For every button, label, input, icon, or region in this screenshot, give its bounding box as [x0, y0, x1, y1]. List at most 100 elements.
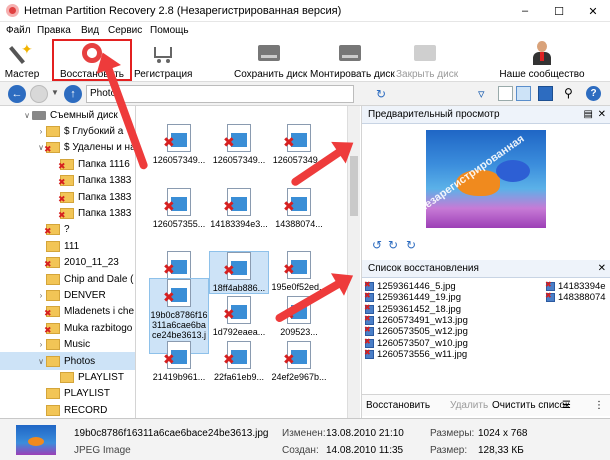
help-icon[interactable]: ?	[586, 86, 601, 101]
rotate-left-icon[interactable]: ↺	[372, 238, 382, 252]
tree-folder[interactable]: PLAYLIST	[0, 385, 135, 403]
tree-drive[interactable]: ∨ Съемный диск	[0, 106, 135, 124]
minimize-button[interactable]: –	[508, 0, 542, 22]
path-input[interactable]: Photos	[86, 85, 354, 103]
recovery-list-item[interactable]: ✖ 1260573491_w13.jpg	[364, 314, 468, 326]
folder-icon: ✖	[58, 191, 74, 203]
tree-folder[interactable]: ∨ Photos	[0, 352, 135, 370]
tree-folder[interactable]: ✖ 2010_11_23	[0, 254, 135, 272]
menu-help[interactable]: Помощь	[150, 25, 189, 36]
community-label: Наше сообщество	[499, 69, 585, 80]
search-icon[interactable]: ⚲	[564, 86, 573, 100]
file-tile[interactable]: ✖ 126057349...	[149, 124, 209, 165]
image-file-icon: ✖	[223, 341, 251, 369]
recovery-action-bar: Восстановить Удалить Очистить список ☰ ⋮	[362, 394, 610, 416]
menu-edit[interactable]: Правка	[37, 25, 71, 36]
recovery-list-item[interactable]: ✖ 1260573556_w11.jpg	[364, 348, 467, 360]
file-tile[interactable]: ✖ 195e0f52ed...	[269, 251, 329, 292]
recovery-clear-button[interactable]: Очистить список	[492, 400, 569, 411]
menu-file[interactable]: Файл	[6, 25, 31, 36]
folder-icon: ✖	[44, 322, 60, 334]
tree-folder[interactable]: 111	[0, 237, 135, 255]
file-tile[interactable]: ✖ 126057355...	[149, 188, 209, 229]
tree-folder[interactable]: ∨ ✖ $ Удалены и на	[0, 139, 135, 157]
save-disk-button[interactable]: Сохранить диск	[234, 41, 307, 80]
tree-folder[interactable]: PLAYLIST	[0, 368, 135, 386]
flip-icon[interactable]: ↻	[406, 238, 416, 252]
menu-bar: Файл Правка Вид Сервис Помощь	[0, 22, 610, 39]
window-title: Hetman Partition Recovery 2.8 (Незарегис…	[24, 5, 342, 17]
recovery-list-item[interactable]: ✖ 1259361446_5.jpg	[364, 281, 456, 293]
close-button[interactable]: ✕	[576, 0, 610, 22]
tree-folder[interactable]: ✖ Mladenets i che	[0, 303, 135, 321]
chevron-down-icon[interactable]: ∨	[36, 357, 46, 366]
tree-label: Папка 1116	[78, 158, 130, 170]
file-tile[interactable]: ✖ 22fa61eb9...	[209, 341, 269, 382]
tree-folder[interactable]: › $ Глубокий а	[0, 122, 135, 140]
tree-folder[interactable]: › Music	[0, 336, 135, 354]
file-tile[interactable]: ✖ 21419b961...	[149, 341, 209, 382]
scroll-thumb[interactable]	[350, 156, 358, 216]
chevron-right-icon[interactable]: ›	[36, 291, 46, 300]
status-dims-value: 1024 x 768	[478, 428, 528, 439]
file-tile[interactable]: ✖ 24ef2e967b...	[269, 341, 329, 382]
tree-folder[interactable]: ✖ Папка 1116	[0, 155, 135, 173]
refresh-icon[interactable]: ↻	[376, 87, 386, 101]
file-tile[interactable]: ✖ 14388074...	[269, 188, 329, 229]
mount-disk-button[interactable]: Монтировать диск	[310, 41, 395, 80]
file-tile[interactable]: ✖ 1d792eaea...	[209, 296, 269, 337]
tree-folder[interactable]: ✖ Папка 1383	[0, 204, 135, 222]
save-icon[interactable]	[538, 86, 553, 101]
recovery-list-item[interactable]: ✖ 14183394e	[545, 281, 606, 293]
up-button[interactable]: ↑	[64, 85, 82, 103]
filter-icon[interactable]: ▿	[478, 86, 485, 102]
view-mode-button[interactable]	[498, 86, 513, 101]
menu-view[interactable]: Вид	[81, 25, 99, 36]
recovery-list-item[interactable]: ✖ 1259361452_18.jpg	[364, 303, 461, 315]
recovery-restore-button[interactable]: Восстановить	[366, 400, 430, 411]
pin-icon[interactable]: ▤	[584, 109, 593, 120]
file-tile[interactable]: ✖ 126057349...	[209, 124, 269, 165]
maximize-button[interactable]: ☐	[542, 0, 576, 22]
deleted-mark-icon: ✖	[58, 160, 66, 171]
tree-folder[interactable]: Chip and Dale (	[0, 270, 135, 288]
community-button[interactable]: Наше сообщество	[498, 41, 586, 80]
file-tile[interactable]: ✖ 18ff4ab886...	[209, 251, 269, 294]
tree-label: RECORD	[64, 404, 108, 416]
tree-folder[interactable]: ✖ Папка 1383	[0, 172, 135, 190]
recovery-list-item[interactable]: ✖ 1259361449_19.jpg	[364, 292, 461, 304]
image-file-icon: ✖	[364, 337, 374, 348]
registration-button[interactable]: Регистрация	[134, 41, 192, 80]
deleted-mark-icon: ✖	[283, 351, 295, 367]
tree-label: Photos	[64, 355, 96, 367]
list-view-icon[interactable]: ☰	[562, 400, 571, 411]
tree-folder[interactable]: ✖ Muka razbitogo	[0, 319, 135, 337]
tree-folder[interactable]: ✖ Папка 1383	[0, 188, 135, 206]
options-icon[interactable]: ⋮	[594, 400, 604, 411]
tree-label: $ Глубокий а	[64, 125, 124, 137]
recovery-list-item[interactable]: ✖ 148388074	[545, 292, 606, 304]
chevron-right-icon[interactable]: ›	[36, 340, 46, 349]
file-tile[interactable]: ✖ 14183394e3...	[209, 188, 269, 229]
master-button[interactable]: ✦ Мастер	[4, 41, 40, 80]
tree-folder[interactable]: › DENVER	[0, 286, 135, 304]
forward-button[interactable]	[30, 85, 48, 103]
preview-toggle-button[interactable]	[516, 86, 531, 101]
history-dropdown-icon[interactable]: ▼	[51, 88, 59, 97]
recovery-list-title: Список восстановления	[368, 263, 479, 274]
file-name: 22fa61eb9...	[213, 372, 265, 382]
menu-service[interactable]: Сервис	[108, 25, 142, 36]
tree-folder[interactable]: RECORD	[0, 401, 135, 418]
tree-folder[interactable]: ✖?	[0, 221, 135, 239]
preview-close-icon[interactable]: ✕	[598, 109, 606, 120]
back-button[interactable]: ←	[8, 85, 26, 103]
recovery-list-item[interactable]: ✖ 1260573505_w12.jpg	[364, 326, 468, 338]
recovery-list-item[interactable]: ✖ 1260573507_w10.jpg	[364, 337, 468, 349]
recovery-close-icon[interactable]: ✕	[598, 263, 606, 274]
recovery-delete-button[interactable]: Удалить	[450, 400, 488, 411]
save-disk-icon	[256, 41, 282, 65]
chevron-down-icon[interactable]: ∨	[22, 111, 32, 120]
file-name: 126057349...	[212, 155, 266, 165]
rotate-right-icon[interactable]: ↻	[388, 238, 398, 252]
chevron-right-icon[interactable]: ›	[36, 127, 46, 136]
